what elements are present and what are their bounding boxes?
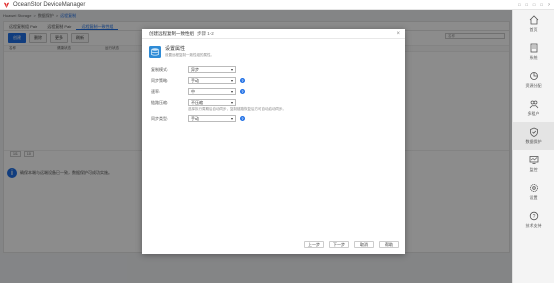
select-value: 异步	[191, 66, 199, 72]
home-icon	[529, 15, 538, 25]
task-icon[interactable]: □	[526, 2, 528, 7]
top-bar: OceanStor DeviceManager □ □ □ □ ?	[0, 0, 554, 10]
rate-select[interactable]: 中 ▾	[188, 88, 236, 95]
create-consistency-group-dialog: 创建远程复制一致性组 步骤 1-2 × 设置属性 设置远程复制一致性组的属性。 …	[142, 29, 405, 254]
chevron-down-icon: ▾	[230, 116, 233, 121]
form-row-replication-mode: 复制模式: 异步 ▾	[142, 64, 405, 75]
field-label: 链路压缩:	[151, 99, 169, 105]
sidebar-item-label: 首页	[529, 27, 538, 32]
sidebar-item-label: 多租户	[527, 111, 540, 116]
sidebar-item-system[interactable]: 系统	[513, 38, 554, 66]
sync-policy-select[interactable]: 手动 ▾	[188, 77, 236, 84]
previous-button[interactable]: 上一步	[304, 241, 324, 248]
sidebar-item-support[interactable]: ? 技术支持	[513, 206, 554, 234]
sidebar-item-monitor[interactable]: 监控	[513, 150, 554, 178]
provisioning-icon	[529, 72, 538, 80]
properties-form: 复制模式: 异步 ▾ 同步策略: 手动 ▾ ? 速率: 中 ▾ ? 链路压缩:	[142, 64, 405, 124]
help-icon[interactable]: ?	[240, 89, 245, 94]
sidebar-item-provisioning[interactable]: 资源分配	[513, 66, 554, 94]
form-row-sync-policy: 同步策略: 手动 ▾ ?	[142, 75, 405, 86]
help-icon[interactable]: ?	[548, 2, 550, 7]
sidebar-item-settings[interactable]: 设置	[513, 178, 554, 206]
gear-icon	[529, 184, 538, 192]
app-title: OceanStor DeviceManager	[13, 1, 86, 8]
sidebar-item-data-protection[interactable]: 数据保护	[513, 122, 554, 150]
field-label: 同步策略:	[151, 77, 169, 83]
right-sidebar: 首页 系统 资源分配 多租户 数据保护 监控 设置 ? 技术支持	[512, 10, 554, 283]
sidebar-item-label: 数据保护	[525, 139, 542, 144]
banner-title: 设置属性	[165, 46, 186, 52]
dialog-banner: 设置属性 设置远程复制一致性组的属性。	[142, 39, 405, 58]
dialog-footer: 上一步 下一步 取消 帮助	[304, 241, 399, 248]
huawei-logo-icon	[3, 2, 10, 8]
field-label: 同步类型:	[151, 115, 169, 121]
select-value: 手动	[191, 115, 199, 121]
dialog-header: 创建远程复制一致性组 步骤 1-2 ×	[142, 29, 405, 39]
user-icon[interactable]: □	[533, 2, 535, 7]
close-icon[interactable]: ×	[396, 31, 400, 37]
database-icon	[149, 45, 161, 58]
sidebar-item-home[interactable]: 首页	[513, 10, 554, 38]
sidebar-item-label: 监控	[529, 167, 538, 172]
chevron-down-icon: ▾	[230, 89, 233, 94]
tenant-icon	[529, 100, 538, 109]
sidebar-item-label: 系统	[529, 55, 538, 60]
dialog-title: 创建远程复制一致性组	[149, 30, 194, 36]
shield-icon	[529, 127, 538, 137]
help-icon[interactable]: ?	[240, 78, 245, 83]
cancel-button[interactable]: 取消	[354, 241, 374, 248]
sidebar-item-label: 资源分配	[525, 83, 542, 88]
support-icon: ?	[529, 211, 538, 221]
sidebar-item-label: 设置	[529, 195, 538, 200]
svg-text:?: ?	[532, 214, 535, 220]
next-button[interactable]: 下一步	[329, 241, 349, 248]
alarm-icon[interactable]: □	[518, 2, 520, 7]
system-icon	[530, 43, 537, 53]
field-label: 速率:	[151, 88, 161, 94]
select-value: 手动	[191, 77, 199, 83]
field-label: 复制模式:	[151, 66, 169, 72]
form-row-sync-type: 同步类型: 手动 ▾ ?	[142, 113, 405, 124]
banner-subtitle: 设置远程复制一致性组的属性。	[165, 53, 214, 57]
dialog-step: 步骤 1-2	[197, 30, 214, 36]
sidebar-item-label: 技术支持	[525, 223, 542, 228]
replication-mode-select[interactable]: 异步 ▾	[188, 66, 236, 73]
link-compression-select[interactable]: 不压缩 ▾	[188, 99, 236, 106]
select-value: 不压缩	[191, 99, 203, 105]
sync-type-select[interactable]: 手动 ▾	[188, 115, 236, 122]
language-icon[interactable]: □	[540, 2, 542, 7]
select-value: 中	[191, 88, 195, 94]
sidebar-item-tenant[interactable]: 多租户	[513, 94, 554, 122]
help-button[interactable]: 帮助	[379, 241, 399, 248]
help-icon[interactable]: ?	[240, 116, 245, 121]
chevron-down-icon: ▾	[230, 78, 233, 83]
form-row-rate: 速率: 中 ▾ ?	[142, 86, 405, 97]
chevron-down-icon: ▾	[230, 67, 233, 72]
monitor-icon	[529, 156, 538, 164]
chevron-down-icon: ▾	[230, 100, 233, 105]
